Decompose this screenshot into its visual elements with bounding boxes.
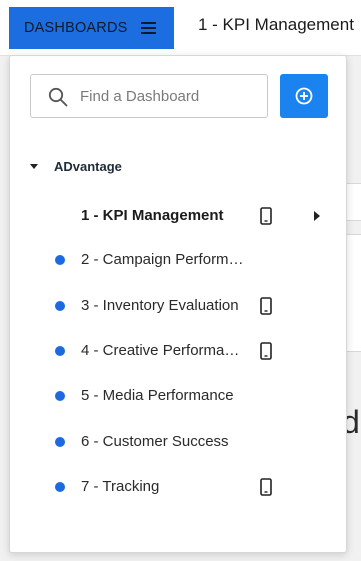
dashboards-dropdown: ADvantage 1 - KPI Management 2 - Campaig…: [9, 55, 347, 553]
dashboard-item-creative-performance[interactable]: 4 - Creative Performa…: [10, 336, 346, 366]
mobile-icon: [260, 297, 272, 315]
caret-down-icon: [30, 164, 38, 169]
dashboard-item-label: 2 - Campaign Perform…: [81, 251, 244, 268]
dashboard-item-label: 5 - Media Performance: [81, 387, 234, 404]
dashboards-menu-button[interactable]: DASHBOARDS: [9, 7, 174, 49]
dashboard-item-label: 1 - KPI Management: [81, 207, 224, 224]
current-dashboard-title: 1 - KPI Management: [198, 15, 354, 34]
dashboards-button-label: DASHBOARDS: [24, 20, 128, 36]
dashboard-item-campaign-performance[interactable]: 2 - Campaign Perform…: [10, 245, 346, 275]
dashboard-item-kpi-management[interactable]: 1 - KPI Management: [10, 201, 346, 231]
status-dot: [55, 391, 65, 401]
dashboard-item-tracking[interactable]: 7 - Tracking: [10, 472, 346, 502]
status-dot: [55, 437, 65, 447]
add-dashboard-button[interactable]: [280, 74, 328, 118]
hamburger-icon: [141, 20, 156, 36]
dashboard-item-label: 6 - Customer Success: [81, 433, 229, 450]
dashboard-item-label: 7 - Tracking: [81, 478, 160, 495]
dashboard-item-customer-success[interactable]: 6 - Customer Success: [10, 427, 346, 457]
status-dot: [55, 346, 65, 356]
plus-circle-icon: [295, 87, 313, 105]
mobile-icon: [260, 342, 272, 360]
dashboard-item-label: 3 - Inventory Evaluation: [81, 297, 239, 314]
dashboard-item-label: 4 - Creative Performa…: [81, 342, 240, 359]
group-header-advantage[interactable]: ADvantage: [30, 159, 122, 174]
status-dot: [55, 255, 65, 265]
search-icon: [48, 87, 68, 107]
search-input[interactable]: [80, 75, 265, 117]
search-field[interactable]: [30, 74, 268, 118]
dashboard-item-inventory-evaluation[interactable]: 3 - Inventory Evaluation: [10, 291, 346, 321]
submenu-arrow-icon[interactable]: [314, 211, 320, 221]
mobile-icon: [260, 478, 272, 496]
dashboard-item-media-performance[interactable]: 5 - Media Performance: [10, 381, 346, 411]
mobile-icon: [260, 207, 272, 225]
status-dot: [55, 301, 65, 311]
group-label: ADvantage: [54, 159, 122, 174]
status-dot: [55, 482, 65, 492]
